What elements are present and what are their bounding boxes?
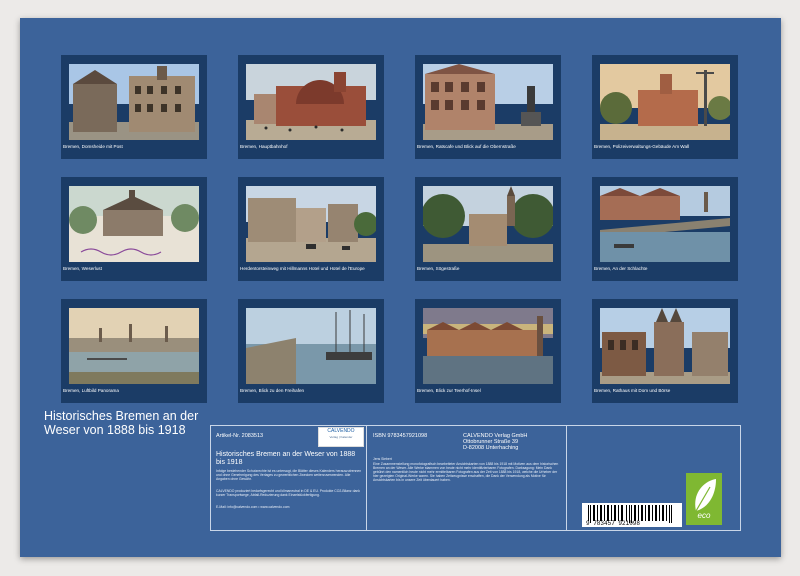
thumbnail-4: Bremen, Polizeiverwaltungs-Gebäude Am Wa…	[592, 55, 738, 159]
thumbnail-10: Bremen, Blick zu den Freihafen	[238, 299, 384, 403]
article-number: Artikel-Nr. 2083513	[216, 433, 264, 439]
thumbnail-caption: Bremen, Domsheide mit Post	[63, 144, 123, 149]
thumbnail-1: Bremen, Domsheide mit Post	[61, 55, 207, 159]
postcard-image	[69, 186, 199, 262]
thumbnail-11: Bremen, Blick zur Teerhof-Insel	[415, 299, 561, 403]
logo-tagline: Verlag | Kalender	[329, 435, 353, 439]
thumbnail-2: Bremen, Hauptbahnhof	[238, 55, 384, 159]
barcode-number: 9 783457 921098	[586, 520, 641, 527]
thumbnail-caption: Bremen, Ratscafe und Blick auf die Obern…	[417, 144, 516, 149]
publisher-address: CALVENDO Verlag GmbH Ottobrunner Straße …	[463, 433, 527, 452]
postcard-image	[246, 64, 376, 140]
thumbnail-3: Bremen, Ratscafe und Blick auf die Obern…	[415, 55, 561, 159]
thumbnail-7: Bremen, Sögestraße	[415, 177, 561, 281]
thumbnail-caption: Bremen, Hauptbahnhof	[240, 144, 288, 149]
barcode: 9 783457 921098	[582, 503, 682, 527]
thumbnail-caption: Bremen, Luftbild Panorama	[63, 388, 119, 393]
postcard-image	[69, 64, 199, 140]
thumbnail-caption: Bremen, Weserlust	[63, 266, 102, 271]
thumbnail-6: Herdentorsteinweg mit Hillmanns Hotel un…	[238, 177, 384, 281]
thumbnail-caption: Bremen, An der Schlachte	[594, 266, 648, 271]
thumbnail-8: Bremen, An der Schlachte	[592, 177, 738, 281]
publisher-city: D-82008 Unterhaching	[463, 445, 519, 452]
eco-badge: eco	[686, 473, 722, 525]
thumbnail-caption: Herdentorsteinweg mit Hillmanns Hotel un…	[240, 266, 365, 271]
legal-text: Infolge bestehender Schutzrechte ist es …	[216, 469, 362, 481]
thumbnail-caption: Bremen, Blick zu den Freihafen	[240, 388, 305, 393]
postcard-image	[600, 64, 730, 140]
author-name: Jens Siebert	[373, 457, 392, 461]
calendar-title: Historisches Bremen an der Weser von 188…	[44, 409, 199, 437]
postcard-image	[423, 308, 553, 384]
thumbnail-caption: Bremen, Rathaus mit Dom und Börse	[594, 388, 671, 393]
contact-info: E-Mail: info@calvendo.com • www.calvendo…	[216, 505, 290, 509]
postcard-image	[423, 186, 553, 262]
isbn: ISBN 9783457921098	[373, 433, 428, 439]
postcard-image	[69, 308, 199, 384]
postcard-image	[600, 186, 730, 262]
postcard-image	[600, 308, 730, 384]
postcard-image	[246, 186, 376, 262]
thumbnail-12: Bremen, Rathaus mit Dom und Börse	[592, 299, 738, 403]
eco-label: eco	[697, 511, 711, 520]
postcard-image	[246, 308, 376, 384]
thumbnail-caption: Bremen, Sögestraße	[417, 266, 460, 271]
postcard-image	[423, 64, 553, 140]
logo-brand: CALVENDO	[327, 428, 355, 434]
production-text: CALVENDO produziert bedarfsgerecht und k…	[216, 489, 360, 497]
product-title: Historisches Bremen an der Weser von 188…	[216, 451, 356, 466]
thumbnail-9: Bremen, Luftbild Panorama	[61, 299, 207, 403]
thumbnail-caption: Bremen, Polizeiverwaltungs-Gebäude Am Wa…	[594, 144, 690, 149]
thumbnail-5: Bremen, Weserlust	[61, 177, 207, 281]
calendar-description: Eine Zusammenstellung monofotografisch b…	[373, 462, 559, 482]
calvendo-logo: CALVENDO Verlag | Kalender	[318, 427, 364, 447]
thumbnail-caption: Bremen, Blick zur Teerhof-Insel	[417, 388, 481, 393]
